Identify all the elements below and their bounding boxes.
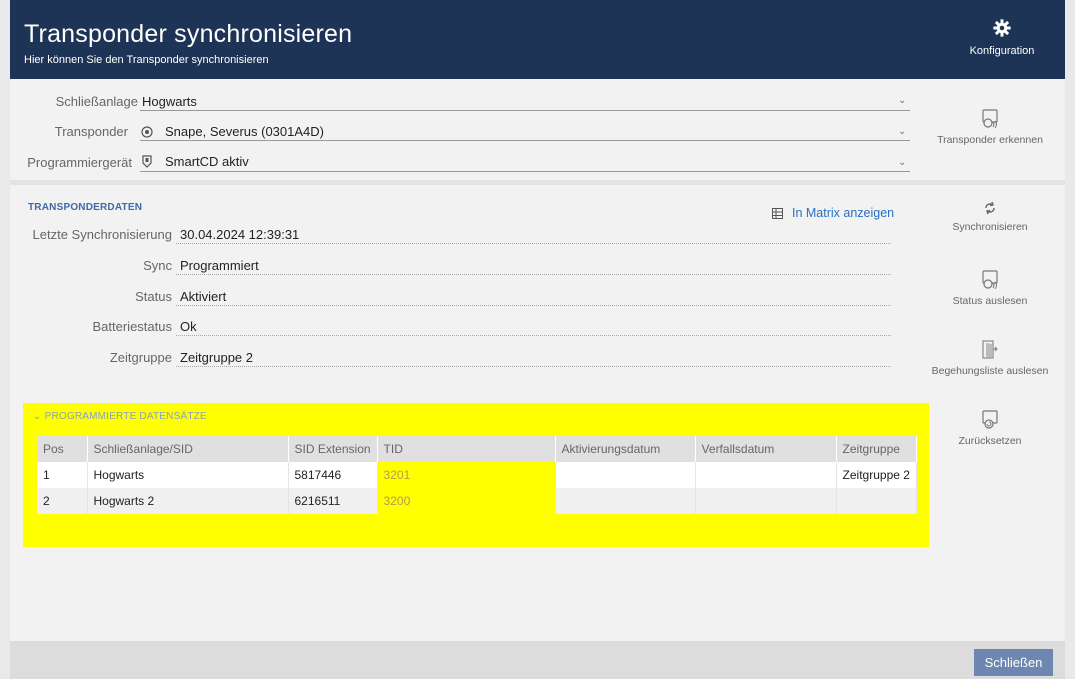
read-status-button[interactable]: Status auslesen [925, 270, 1055, 307]
programmed-records-heading[interactable]: ⌄ PROGRAMMIERTE DATENSÄTZE [33, 411, 207, 422]
cell-tid: 3201 [377, 462, 556, 488]
time-group-label: Zeitgruppe [109, 350, 172, 365]
dialog-window: Transponder synchronisieren Hier können … [10, 0, 1065, 679]
column-header-expiry-date[interactable]: Verfallsdatum [695, 436, 837, 462]
programmer-dropdown[interactable] [140, 155, 910, 172]
reset-button[interactable]: Zurücksetzen [925, 410, 1055, 447]
transponder-dropdown[interactable] [140, 124, 910, 141]
locking-system-dropdown[interactable] [140, 94, 910, 111]
page-title: Transponder synchronisieren [24, 20, 353, 48]
column-header-time-group[interactable]: Zeitgruppe [836, 436, 917, 462]
read-access-list-button[interactable]: Begehungsliste auslesen [925, 340, 1055, 377]
reset-label: Zurücksetzen [958, 435, 1022, 447]
show-in-matrix-link[interactable]: In Matrix anzeigen [792, 206, 894, 220]
cell-locking-system: Hogwarts 2 [87, 488, 289, 514]
cell-pos: 1 [37, 462, 88, 488]
synchronize-button[interactable]: Synchronisieren [925, 200, 1055, 233]
cell-expiry-date [695, 462, 837, 488]
last-sync-value: 30.04.2024 12:39:31 [180, 227, 300, 242]
time-group-value: Zeitgruppe 2 [180, 350, 253, 365]
column-header-sid-extension[interactable]: SID Extension [288, 436, 378, 462]
cell-time-group [836, 488, 917, 514]
page-subtitle: Hier können Sie den Transponder synchron… [24, 54, 269, 66]
status-label: Status [135, 289, 172, 304]
cell-pos: 2 [37, 488, 88, 514]
detect-transponder-button[interactable]: Transponder erkennen [925, 109, 1055, 146]
configuration-label: Konfiguration [969, 45, 1035, 57]
field-underline [176, 366, 891, 367]
cell-activation-date [555, 488, 696, 514]
field-underline [176, 274, 891, 275]
programmer-label: Programmiergerät [27, 155, 132, 170]
column-header-tid[interactable]: TID [377, 436, 556, 462]
synchronize-label: Synchronisieren [952, 221, 1028, 233]
read-status-label: Status auslesen [952, 295, 1028, 307]
transponder-data-heading: TRANSPONDERDATEN [28, 202, 143, 213]
cell-activation-date [555, 462, 696, 488]
read-access-list-label: Begehungsliste auslesen [931, 365, 1049, 377]
separator [10, 180, 1065, 185]
cell-expiry-date [695, 488, 837, 514]
status-value: Aktiviert [180, 289, 227, 304]
gear-icon [960, 19, 1044, 37]
column-header-activation-date[interactable]: Aktivierungsdatum [555, 436, 696, 462]
last-sync-label: Letzte Synchronisierung [32, 227, 172, 242]
detect-transponder-label: Transponder erkennen [937, 134, 1043, 146]
header-bar: Transponder synchronisieren Hier können … [10, 0, 1065, 79]
column-header-locking-system-sid[interactable]: Schließanlage/SID [87, 436, 289, 462]
field-underline [176, 243, 891, 244]
sync-arrows-icon [925, 200, 1055, 216]
table-row[interactable]: 1 Hogwarts 5817446 3201 Zeitgruppe 2 [37, 462, 917, 488]
field-underline [176, 305, 891, 306]
battery-status-value: Ok [180, 319, 197, 334]
close-button[interactable]: Schließen [974, 649, 1053, 676]
configuration-button[interactable]: Konfiguration [960, 19, 1044, 57]
transponder-reader-icon [925, 270, 1055, 290]
cell-locking-system: Hogwarts [87, 462, 289, 488]
sync-label: Sync [143, 258, 172, 273]
matrix-table-icon [772, 206, 783, 224]
programmed-records-panel: ⌄ PROGRAMMIERTE DATENSÄTZE Pos Schließan… [23, 403, 929, 547]
column-header-pos[interactable]: Pos [37, 436, 88, 462]
table-header-row: Pos Schließanlage/SID SID Extension TID … [37, 436, 917, 462]
transponder-reset-icon [925, 410, 1055, 430]
sync-value: Programmiert [180, 258, 259, 273]
cell-sid-extension: 5817446 [288, 462, 378, 488]
door-list-icon [925, 340, 1055, 360]
programmed-records-table: Pos Schließanlage/SID SID Extension TID … [37, 436, 917, 514]
programmed-records-title: PROGRAMMIERTE DATENSÄTZE [44, 411, 207, 422]
cell-tid: 3200 [377, 488, 556, 514]
footer-bar [10, 641, 1065, 679]
cell-time-group: Zeitgruppe 2 [836, 462, 917, 488]
table-row[interactable]: 2 Hogwarts 2 6216511 3200 [37, 488, 917, 514]
field-underline [176, 335, 891, 336]
transponder-label: Transponder [54, 124, 128, 139]
cell-sid-extension: 6216511 [288, 488, 378, 514]
chevron-down-icon: ⌄ [33, 411, 42, 422]
locking-system-label: Schließanlage [55, 94, 138, 109]
transponder-reader-icon [925, 109, 1055, 129]
battery-status-label: Batteriestatus [92, 319, 173, 334]
